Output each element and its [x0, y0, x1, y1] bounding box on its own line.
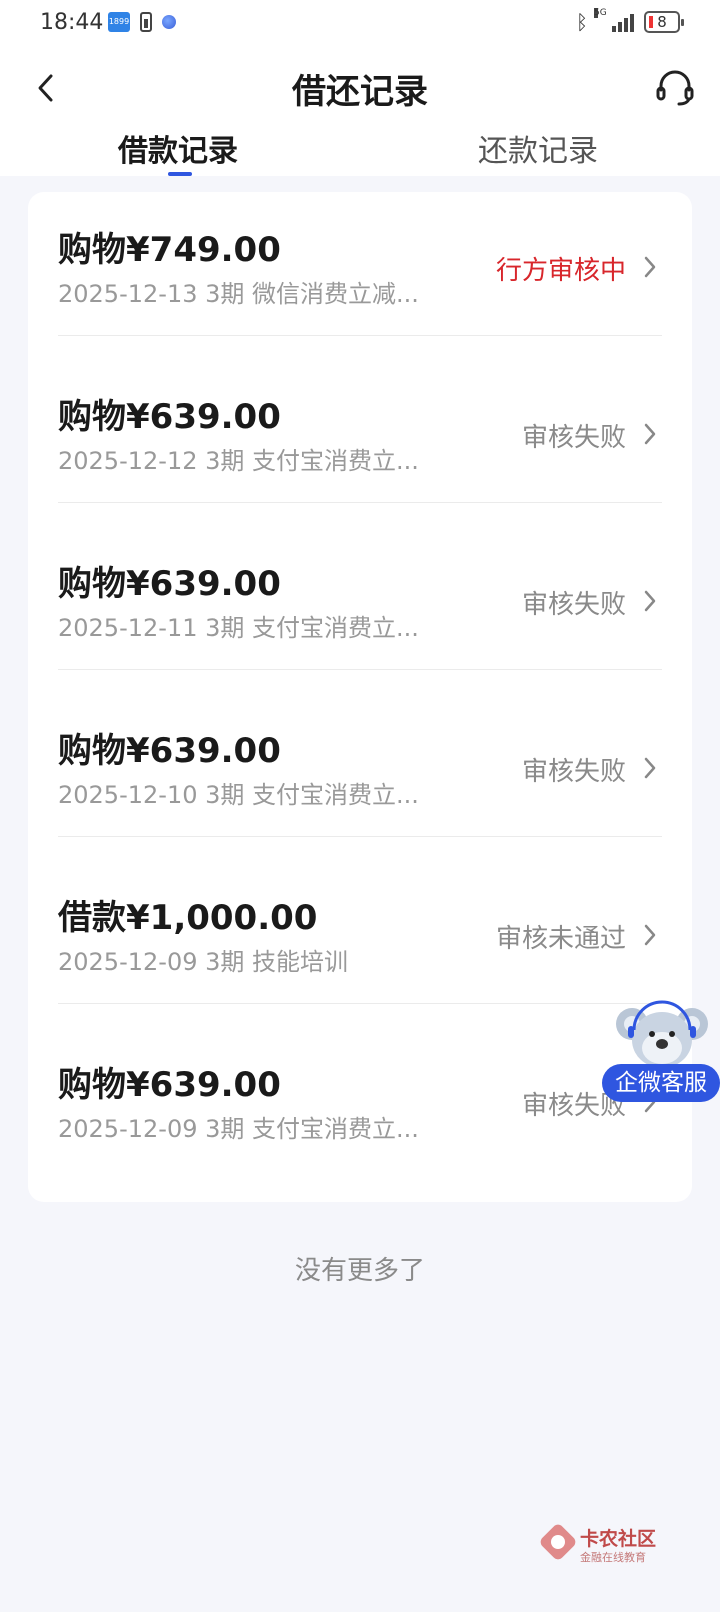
network-type: 5G	[594, 8, 607, 18]
battery-level: 8	[657, 13, 667, 31]
headset-icon[interactable]	[654, 66, 696, 108]
divider	[58, 1003, 662, 1004]
record-detail: 2025-12-13 3期 微信消费立减...	[58, 280, 419, 308]
status-bar: 18:44 1899 ᛒ 5G 8	[0, 0, 720, 48]
watermark-title: 卡农社区	[580, 1528, 657, 1550]
record-status: 审核未通过	[495, 924, 626, 954]
tab-repayment-records[interactable]: 还款记录	[478, 126, 598, 170]
chevron-right-icon	[644, 590, 656, 612]
status-notification-icons: 1899	[108, 12, 176, 32]
record-row[interactable]: 购物¥749.00 2025-12-13 3期 微信消费立减... 行方审核中	[58, 192, 662, 364]
records-list: 购物¥749.00 2025-12-13 3期 微信消费立减... 行方审核中 …	[28, 192, 692, 1202]
bluetooth-icon: ᛒ	[576, 10, 588, 34]
kanong-logo-icon	[540, 1524, 576, 1560]
record-detail: 2025-12-10 3期 支付宝消费立...	[58, 781, 419, 809]
record-amount: 购物¥639.00	[58, 731, 281, 771]
divider	[58, 669, 662, 670]
record-detail: 2025-12-09 3期 技能培训	[58, 948, 349, 976]
active-tab-indicator	[168, 172, 192, 176]
app-badge-icon: 1899	[108, 12, 130, 32]
record-amount: 购物¥639.00	[58, 1065, 281, 1105]
watermark-subtitle: 金融在线教育	[580, 1551, 646, 1564]
battery-saver-icon	[140, 12, 152, 32]
battery-icon: 8	[644, 11, 684, 33]
divider	[58, 502, 662, 503]
record-amount: 借款¥1,000.00	[58, 898, 318, 938]
chevron-right-icon	[644, 256, 656, 278]
record-row[interactable]: 购物¥639.00 2025-12-11 3期 支付宝消费立... 审核失败	[58, 526, 662, 698]
record-amount: 购物¥639.00	[58, 397, 281, 437]
record-detail: 2025-12-11 3期 支付宝消费立...	[58, 614, 419, 642]
header: 借还记录 借款记录 还款记录	[0, 48, 720, 176]
no-more-text: 没有更多了	[294, 1256, 425, 1286]
divider	[58, 335, 662, 336]
watermark: 卡农社区 金融在线教育	[540, 1524, 670, 1568]
record-status: 审核失败	[521, 757, 626, 787]
record-detail: 2025-12-12 3期 支付宝消费立...	[58, 447, 419, 475]
record-detail: 2025-12-09 3期 支付宝消费立...	[58, 1115, 419, 1143]
record-row[interactable]: 购物¥639.00 2025-12-10 3期 支付宝消费立... 审核失败	[58, 693, 662, 865]
status-time: 18:44	[40, 10, 104, 35]
record-row[interactable]: 购物¥639.00 2025-12-09 3期 支付宝消费立... 审核失败	[58, 1027, 662, 1199]
floating-service-button[interactable]: 企微客服	[602, 1000, 720, 1112]
app-dot-icon	[162, 15, 176, 29]
record-amount: 购物¥749.00	[58, 230, 281, 270]
record-status: 审核失败	[521, 590, 626, 620]
chevron-right-icon	[644, 423, 656, 445]
divider	[58, 836, 662, 837]
record-amount: 购物¥639.00	[58, 564, 281, 604]
record-status: 行方审核中	[495, 256, 626, 286]
chevron-right-icon	[644, 924, 656, 946]
tab-borrow-records[interactable]: 借款记录	[118, 126, 238, 170]
record-row[interactable]: 购物¥639.00 2025-12-12 3期 支付宝消费立... 审核失败	[58, 359, 662, 531]
chevron-right-icon	[644, 757, 656, 779]
status-right-icons: ᛒ 5G 8	[576, 8, 684, 34]
page-title: 借还记录	[292, 72, 428, 112]
record-row[interactable]: 借款¥1,000.00 2025-12-09 3期 技能培训 审核未通过	[58, 860, 662, 1032]
record-status: 审核失败	[521, 423, 626, 453]
service-label: 企微客服	[602, 1064, 720, 1102]
koala-mascot-icon	[616, 1000, 708, 1068]
record-tabs: 借款记录 还款记录	[0, 126, 720, 176]
signal-icon: 5G	[594, 8, 634, 32]
